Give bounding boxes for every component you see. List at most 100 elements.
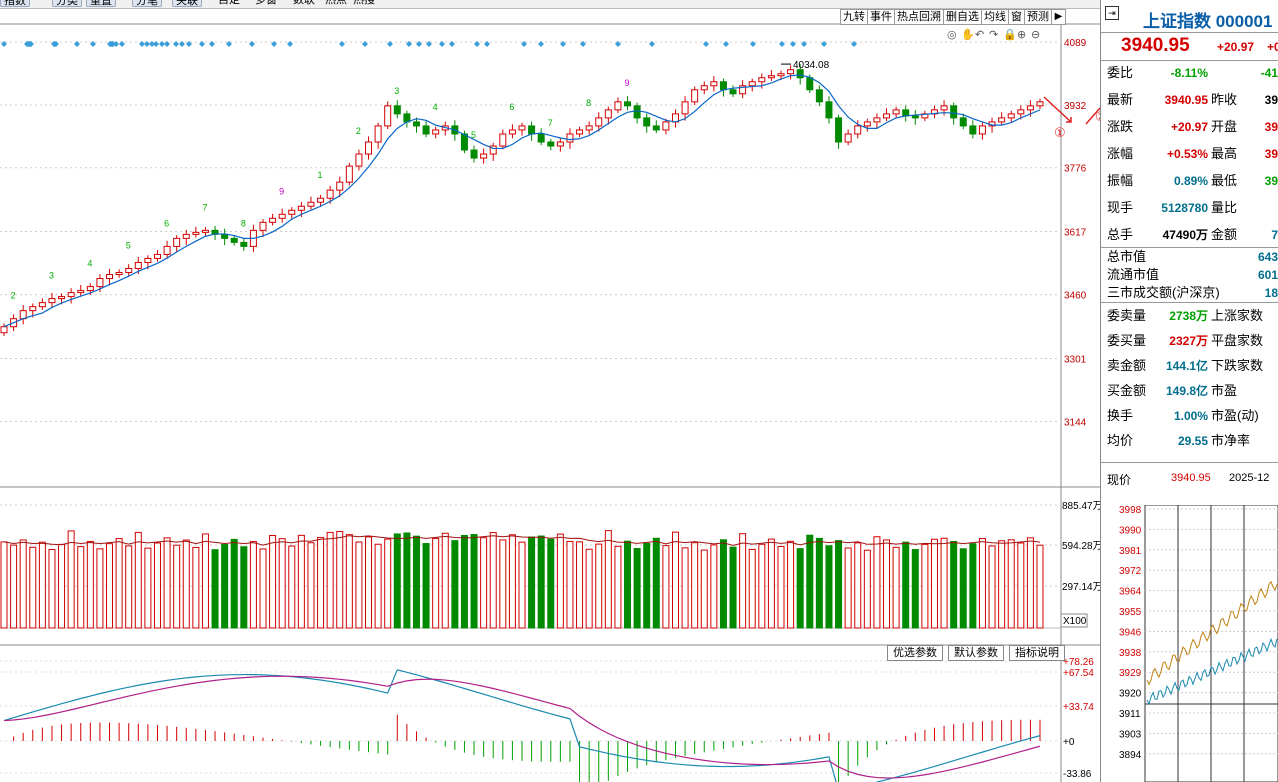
mini-tick-label: 3911 [1119, 709, 1141, 720]
volume-bar [1007, 539, 1015, 629]
candle-body [307, 201, 315, 207]
toolbar-collapse-icon[interactable]: ▶ [1052, 10, 1065, 24]
quote-label: 委比 [1107, 65, 1134, 80]
volume-bar [201, 533, 209, 629]
quote-row: 最新 3940.95 昨收 39 [1107, 90, 1278, 110]
volume-bar [767, 538, 775, 629]
volume-bar [633, 548, 641, 629]
nine-turn-label: 6 [164, 218, 169, 228]
current-price: 3940.95 [1121, 35, 1190, 56]
volume-bar [758, 543, 766, 629]
macd-button-2[interactable]: 指标说明 [1009, 645, 1065, 661]
volume-bar [86, 540, 94, 629]
stat-value: 149.8亿 [1165, 384, 1208, 398]
toolbar-button-5[interactable]: 窗 [1009, 10, 1025, 24]
quote-value: 0.89% [1173, 174, 1208, 188]
candle-body [892, 109, 900, 115]
volume-bar [566, 540, 574, 629]
macd-dif-line [3, 669, 1041, 782]
chart-tool-icon-3[interactable]: ↷ [989, 29, 998, 41]
volume-bar [1026, 537, 1034, 629]
price-tick-label: 3144 [1064, 418, 1087, 429]
stat-row: 均价 29.55 市净率 [1107, 431, 1278, 451]
event-marker-icon [387, 41, 393, 47]
candle-body [345, 165, 353, 183]
stat-label: 委卖量 [1107, 308, 1147, 323]
chart-tool-icon-5[interactable]: ⊕ [1017, 29, 1026, 41]
quote-value: -8.11% [1170, 66, 1208, 80]
nine-turn-label: 9 [279, 186, 284, 196]
candle-body [336, 181, 344, 191]
volume-bar [787, 540, 795, 629]
candle-body [374, 125, 382, 143]
volume-bar [576, 541, 584, 629]
volume-bar [844, 547, 852, 629]
mini-tick-label: 3964 [1119, 587, 1142, 598]
volume-bar [336, 530, 344, 629]
nine-turn-label: 8 [586, 98, 591, 108]
toolbar-button-2[interactable]: 热点回溯 [895, 10, 944, 24]
nine-turn-label: 9 [625, 78, 630, 88]
now-label: 现价 [1107, 473, 1132, 487]
volume-bar [326, 531, 334, 629]
toolbar-button-3[interactable]: 删自选 [944, 10, 982, 24]
volume-bar [355, 541, 363, 629]
volume-bar [988, 545, 996, 629]
event-marker-icon [474, 41, 480, 47]
event-marker-icon [362, 41, 368, 47]
macd-button-0[interactable]: 优选参数 [887, 645, 943, 661]
candle-body [269, 217, 277, 223]
event-marker-icon [164, 41, 170, 47]
candle-body [38, 302, 46, 308]
candle-body [106, 274, 114, 280]
toolbar-button-0[interactable]: 九转 [841, 10, 868, 24]
chart-tool-icon-0[interactable]: ◎ [947, 29, 957, 41]
nine-turn-label: 4 [87, 259, 92, 269]
volume-bar [835, 540, 843, 629]
volume-bar [691, 542, 699, 629]
quote-row: 总手 47490万 金额 7 [1107, 225, 1278, 245]
volume-bar [614, 545, 622, 629]
volume-bar [595, 543, 603, 629]
stat-label-2: 下跌家数 [1211, 358, 1264, 373]
toolbar-button-1[interactable]: 事件 [868, 10, 895, 24]
volume-bar [892, 546, 900, 629]
price-change-pct: +0 [1267, 40, 1278, 54]
stat-row: 委卖量 2738万 上涨家数 [1107, 306, 1278, 326]
stat-label-2: 市盈(动) [1211, 408, 1259, 423]
chart-tool-icon-6[interactable]: ⊖ [1031, 29, 1040, 41]
quote-label-2: 最低 [1211, 173, 1238, 188]
candle-body [710, 81, 718, 87]
candle-body [700, 85, 708, 91]
stat-label: 卖金额 [1107, 358, 1147, 373]
event-marker-icon [199, 41, 205, 47]
quote-value-2: 39 [1264, 174, 1278, 188]
candle-body [153, 253, 161, 259]
candle-body [96, 278, 104, 288]
chart-tool-icon-2[interactable]: ↶ [975, 29, 984, 41]
volume-bar [796, 548, 804, 629]
volume-bar [470, 534, 478, 629]
volume-bar [710, 544, 718, 629]
stat-value: 1.00% [1173, 409, 1208, 423]
toolbar-button-4[interactable]: 均线 [982, 10, 1009, 24]
candle-body [585, 125, 593, 131]
nine-turn-label: 6 [509, 102, 514, 112]
candle-body [317, 197, 325, 203]
macd-button-1[interactable]: 默认参数 [948, 645, 1004, 661]
price-change: +20.97 [1217, 40, 1255, 54]
volume-bar [662, 545, 670, 629]
stat-label-2: 上涨家数 [1211, 308, 1264, 323]
event-marker-icon [723, 41, 729, 47]
chart-tool-icon-1[interactable]: ✋ [961, 28, 975, 41]
candle-body [192, 231, 200, 235]
candle-body [326, 189, 334, 199]
now-value: 3940.95 [1171, 472, 1211, 484]
quote-label-2: 量比 [1211, 200, 1238, 215]
panel-toggle-icon[interactable]: ⇥ [1105, 6, 1119, 20]
candle-body [662, 121, 670, 131]
nine-turn-label: 4 [433, 102, 438, 112]
toolbar-button-6[interactable]: 预测 [1025, 10, 1052, 24]
chart-tool-icon-4[interactable]: 🔒 [1003, 28, 1017, 41]
candle-body [67, 292, 75, 298]
